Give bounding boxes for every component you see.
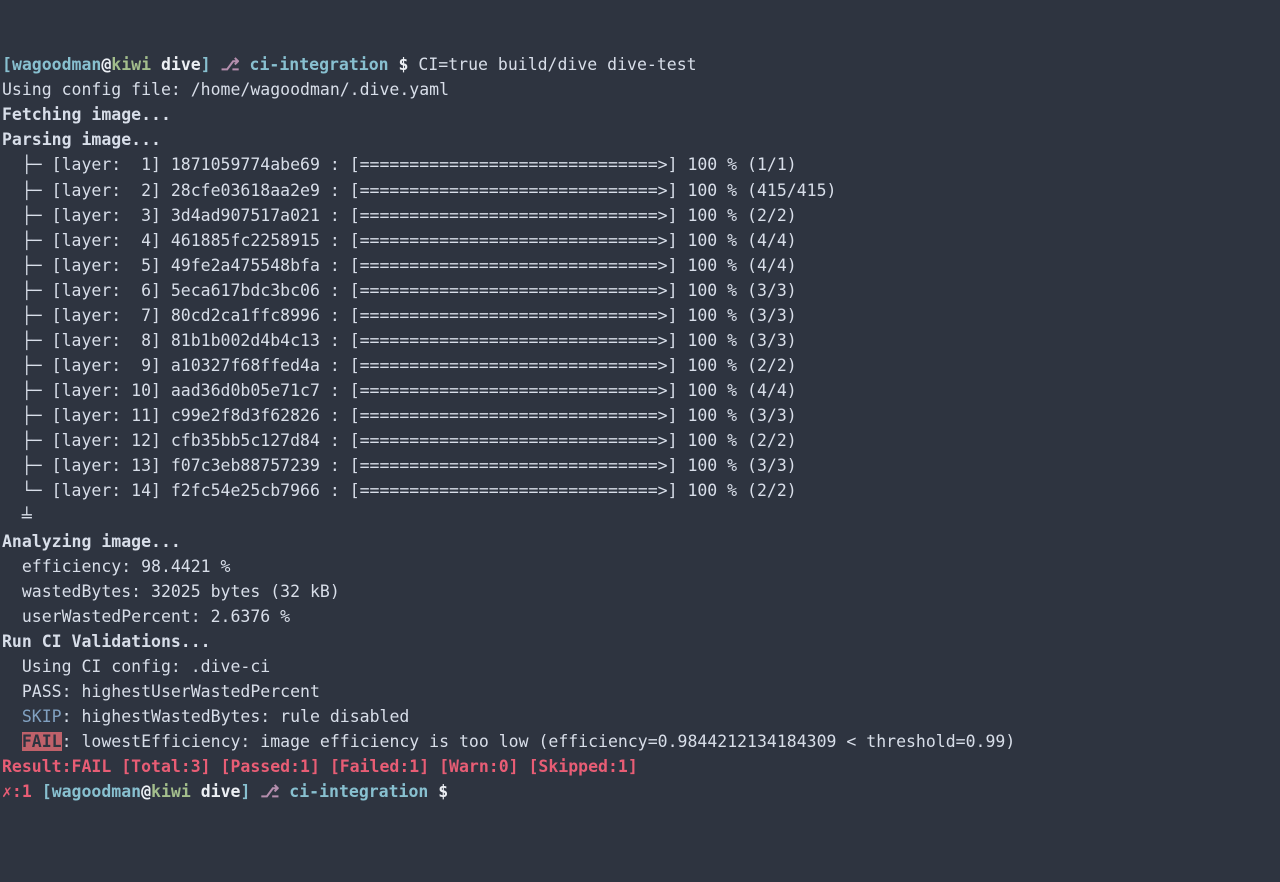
validations-header: Run CI Validations... <box>2 632 211 651</box>
layer-row: ├─ [layer: 10] aad36d0b05e71c7 : [======… <box>2 381 797 400</box>
tree-end: ╧ <box>2 507 42 526</box>
prompt-user: wagoodman <box>52 782 141 801</box>
prompt-dollar: $ <box>428 782 458 801</box>
prompt-open: [ <box>42 782 52 801</box>
prompt-line-1[interactable]: [wagoodman@kiwi dive] ⎇ ci-integration $… <box>2 55 697 74</box>
layer-row: ├─ [layer: 4] 461885fc2258915 : [=======… <box>2 231 797 250</box>
fail-line: FAIL: lowestEfficiency: image efficiency… <box>2 732 1015 751</box>
layer-row: ├─ [layer: 11] c99e2f8d3f62826 : [======… <box>2 406 797 425</box>
command-text: CI=true build/dive dive-test <box>418 55 696 74</box>
terminal-output: [wagoodman@kiwi dive] ⎇ ci-integration $… <box>2 52 1278 804</box>
layer-row: ├─ [layer: 3] 3d4ad907517a021 : [=======… <box>2 206 797 225</box>
layer-list: ├─ [layer: 1] 1871059774abe69 : [=======… <box>2 152 1278 503</box>
prompt-at: @ <box>101 55 111 74</box>
layer-row: ├─ [layer: 7] 80cd2ca1ffc8996 : [=======… <box>2 306 797 325</box>
layer-row: ├─ [layer: 1] 1871059774abe69 : [=======… <box>2 155 797 174</box>
prompt-close: ] <box>240 782 250 801</box>
layer-row: ├─ [layer: 5] 49fe2a475548bfa : [=======… <box>2 256 797 275</box>
analyzing-header: Analyzing image... <box>2 532 181 551</box>
layer-row: ├─ [layer: 12] cfb35bb5c127d84 : [======… <box>2 431 797 450</box>
ci-config-line: Using CI config: .dive-ci <box>2 657 270 676</box>
branch-name: ci-integration <box>250 55 389 74</box>
prompt-dollar: $ <box>389 55 419 74</box>
branch-name: ci-integration <box>289 782 428 801</box>
pass-line: PASS: highestUserWastedPercent <box>2 682 320 701</box>
prompt-host: kiwi <box>111 55 151 74</box>
prompt-dir: dive <box>191 782 241 801</box>
prompt-at: @ <box>141 782 151 801</box>
fetching-header: Fetching image... <box>2 105 171 124</box>
layer-row: ├─ [layer: 8] 81b1b002d4b4c13 : [=======… <box>2 331 797 350</box>
skip-tag: SKIP <box>22 707 62 726</box>
layer-row: ├─ [layer: 9] a10327f68ffed4a : [=======… <box>2 356 797 375</box>
prompt-open: [ <box>2 55 12 74</box>
prompt-user: wagoodman <box>12 55 101 74</box>
prompt-line-2[interactable]: ✗:1 [wagoodman@kiwi dive] ⎇ ci-integrati… <box>2 782 458 801</box>
prompt-close: ] <box>201 55 211 74</box>
layer-row: ├─ [layer: 6] 5eca617bdc3bc06 : [=======… <box>2 281 797 300</box>
layer-row: ├─ [layer: 13] f07c3eb88757239 : [======… <box>2 456 797 475</box>
user-wasted-line: userWastedPercent: 2.6376 % <box>2 607 290 626</box>
config-line: Using config file: /home/wagoodman/.dive… <box>2 80 449 99</box>
exit-status: ✗:1 <box>2 782 42 801</box>
wasted-bytes-line: wastedBytes: 32025 bytes (32 kB) <box>2 582 340 601</box>
layer-row: ├─ [layer: 2] 28cfe03618aa2e9 : [=======… <box>2 181 836 200</box>
parsing-header: Parsing image... <box>2 130 161 149</box>
prompt-dir: dive <box>151 55 201 74</box>
efficiency-line: efficiency: 98.4421 % <box>2 557 230 576</box>
branch-icon: ⎇ <box>211 55 250 74</box>
fail-tag: FAIL <box>22 732 62 751</box>
skip-line: SKIP: highestWastedBytes: rule disabled <box>2 707 409 726</box>
layer-row: └─ [layer: 14] f2fc54e25cb7966 : [======… <box>2 481 797 500</box>
prompt-host: kiwi <box>151 782 191 801</box>
branch-icon: ⎇ <box>250 782 289 801</box>
result-summary: Result:FAIL [Total:3] [Passed:1] [Failed… <box>2 757 638 776</box>
